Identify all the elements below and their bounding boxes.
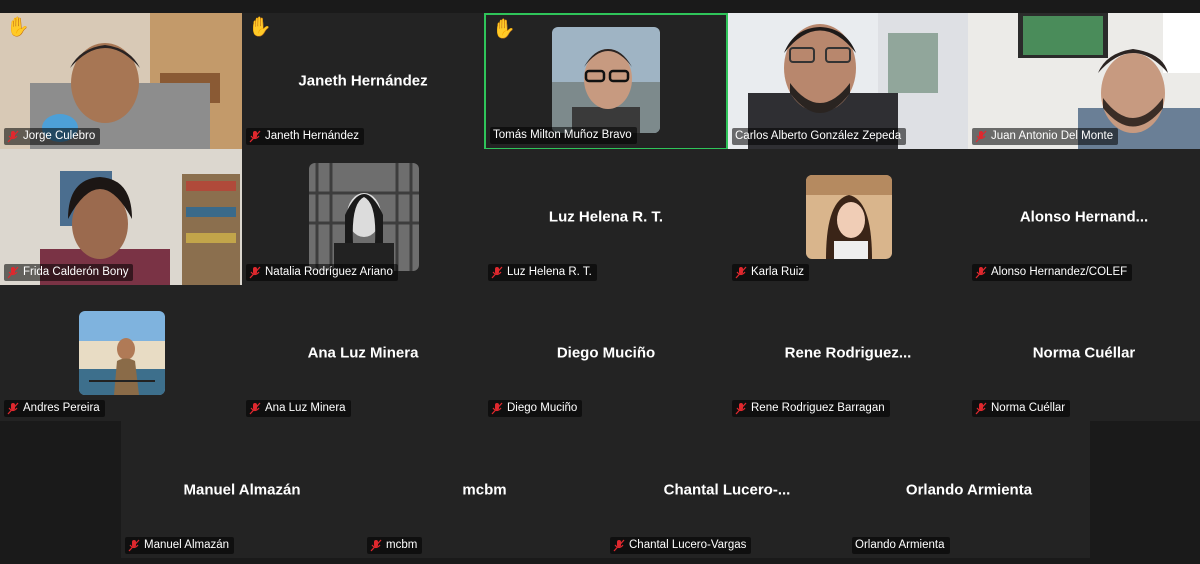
avatar [309, 163, 419, 271]
mic-muted-icon [975, 402, 987, 415]
avatar [552, 27, 660, 133]
participant-name-label: Alonso Hernandez/COLEF [972, 264, 1133, 281]
participant-tile[interactable]: Chantal Lucero-... Chantal Lucero-Vargas [606, 421, 848, 558]
participant-tile[interactable]: Karla Ruiz [728, 149, 968, 285]
participant-tile[interactable]: Natalia Rodríguez Ariano [242, 149, 484, 285]
participant-display-name: Rene Rodriguez... [784, 344, 912, 362]
participant-tile[interactable]: ✋ Jorge Culebro [0, 13, 242, 149]
mic-muted-icon [7, 402, 19, 415]
participant-tile[interactable]: Diego Muciño Diego Muciño [484, 285, 728, 421]
participant-tile[interactable]: Juan Antonio Del Monte [968, 13, 1200, 149]
participant-tile-active-speaker[interactable]: ✋ Tomás Milton Muñoz Bravo [484, 13, 728, 150]
participant-display-name: Chantal Lucero-... [663, 481, 791, 498]
participant-display-name: Norma Cuéllar [1032, 344, 1136, 362]
participant-name-label: Juan Antonio Del Monte [972, 128, 1119, 145]
participant-name-label: Karla Ruiz [732, 264, 810, 281]
mic-muted-icon [249, 266, 261, 279]
avatar [806, 175, 892, 259]
participant-name-label: Diego Muciño [488, 400, 583, 417]
participant-tile[interactable]: Ana Luz Minera Ana Luz Minera [242, 285, 484, 421]
mic-muted-icon [128, 539, 140, 552]
participant-display-name: Ana Luz Minera [307, 344, 419, 362]
mic-muted-icon [735, 266, 747, 279]
mic-muted-icon [735, 402, 747, 415]
mic-muted-icon [975, 130, 987, 143]
mic-muted-icon [491, 266, 503, 279]
participant-tile[interactable]: Carlos Alberto González Zepeda [728, 13, 968, 149]
participant-display-name: Manuel Almazán [183, 481, 301, 498]
participant-tile[interactable]: Frida Calderón Bony [0, 149, 242, 285]
participant-display-name: Alonso Hernand... [1019, 208, 1149, 226]
raised-hand-icon: ✋ [492, 19, 516, 40]
mic-muted-icon [491, 402, 503, 415]
participant-tile[interactable]: Alonso Hernand... Alonso Hernandez/COLEF [968, 149, 1200, 285]
participant-name-label: Manuel Almazán [125, 537, 235, 554]
participant-tile[interactable]: Luz Helena R. T. Luz Helena R. T. [484, 149, 728, 285]
mic-muted-icon [249, 402, 261, 415]
participant-display-name: Diego Muciño [556, 344, 656, 362]
participant-tile[interactable]: Manuel Almazán Manuel Almazán [121, 421, 363, 558]
gallery-grid: ✋ Jorge Culebro ✋ Janeth Hernández Janet… [0, 0, 1200, 564]
participant-name-label: Norma Cuéllar [972, 400, 1071, 417]
mic-muted-icon [613, 539, 625, 552]
mic-muted-icon [249, 130, 261, 143]
mic-muted-icon [7, 266, 19, 279]
participant-display-name: mcbm [462, 481, 507, 498]
participant-tile[interactable]: Rene Rodriguez... Rene Rodriguez Barraga… [728, 285, 968, 421]
mic-muted-icon [7, 130, 19, 143]
participant-name-label: Chantal Lucero-Vargas [610, 537, 752, 554]
raised-hand-icon: ✋ [248, 17, 272, 38]
participant-name-label: Luz Helena R. T. [488, 264, 597, 281]
participant-name-label: Rene Rodriguez Barragan [732, 400, 890, 417]
participant-name-label: Frida Calderón Bony [4, 264, 134, 281]
participant-name-label: mcbm [367, 537, 423, 554]
participant-name-label: Andres Pereira [4, 400, 105, 417]
participant-name-label: Carlos Alberto González Zepeda [732, 128, 907, 145]
participant-display-name: Luz Helena R. T. [548, 208, 664, 226]
participant-tile[interactable]: ✋ Janeth Hernández Janeth Hernández [242, 13, 484, 149]
participant-display-name: Orlando Armienta [905, 481, 1033, 498]
avatar [79, 311, 165, 395]
participant-name-label: Natalia Rodríguez Ariano [246, 264, 398, 281]
participant-name-label: Ana Luz Minera [246, 400, 351, 417]
participant-tile[interactable]: Norma Cuéllar Norma Cuéllar [968, 285, 1200, 421]
participant-tile[interactable]: Andres Pereira [0, 285, 242, 421]
mic-muted-icon [975, 266, 987, 279]
participant-name-label: Tomás Milton Muñoz Bravo [490, 127, 637, 144]
raised-hand-icon: ✋ [6, 17, 30, 38]
participant-tile[interactable]: mcbm mcbm [363, 421, 606, 558]
participant-name-label: Janeth Hernández [246, 128, 364, 145]
mic-muted-icon [370, 539, 382, 552]
participant-name-label: Jorge Culebro [4, 128, 101, 145]
participant-name-label: Orlando Armienta [852, 537, 950, 554]
participant-display-name: Janeth Hernández [298, 72, 428, 90]
participant-tile[interactable]: Orlando Armienta Orlando Armienta [848, 421, 1090, 558]
